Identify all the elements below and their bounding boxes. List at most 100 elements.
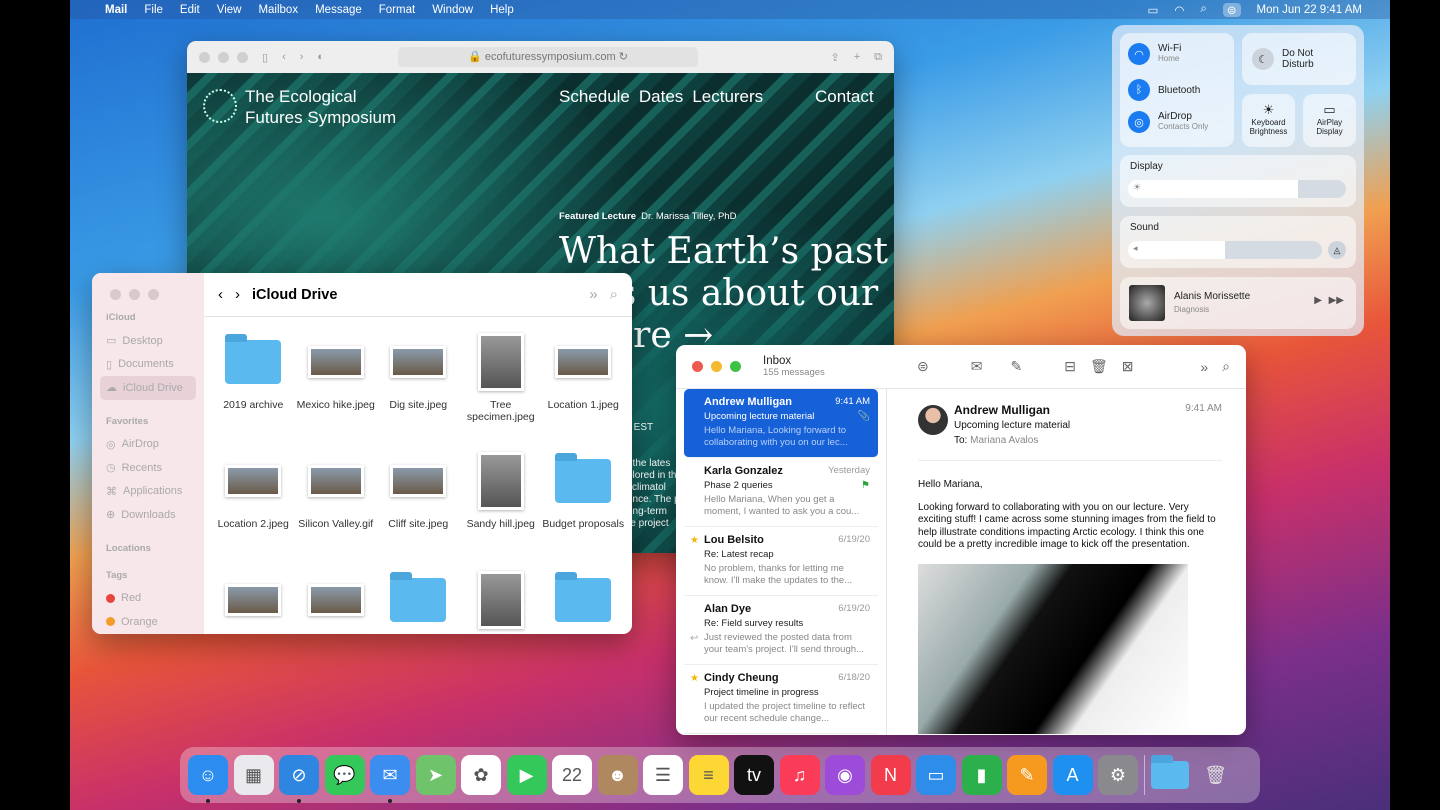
- dock-reminders[interactable]: ☰: [643, 755, 683, 795]
- dock-mail[interactable]: ✉: [370, 755, 410, 803]
- dock-pages[interactable]: ✎: [1007, 755, 1047, 795]
- file-item[interactable]: Sandy hill.jpeg: [460, 438, 543, 551]
- dock-maps[interactable]: ➤: [415, 755, 456, 795]
- dock-tv[interactable]: tv: [734, 755, 774, 795]
- display-brightness-slider[interactable]: ☀: [1128, 180, 1346, 198]
- nav-contact[interactable]: Contact: [815, 87, 874, 107]
- bluetooth-toggle[interactable]: ᛒ Bluetooth: [1128, 79, 1200, 101]
- sidebar-icon[interactable]: ▯: [262, 51, 268, 64]
- menu-mailbox[interactable]: Mailbox: [258, 4, 298, 16]
- file-item[interactable]: Mexico hike.jpeg: [295, 319, 378, 432]
- menu-help[interactable]: Help: [490, 4, 514, 16]
- file-item[interactable]: Cliff site.jpeg: [377, 438, 460, 551]
- close-button[interactable]: [692, 361, 703, 372]
- dock-facetime[interactable]: ▶: [506, 755, 547, 795]
- share-icon[interactable]: ⇪: [830, 51, 839, 64]
- sidebar-item-airdrop[interactable]: ◎ AirDrop: [100, 433, 196, 457]
- dock-keynote[interactable]: ▭: [916, 755, 956, 795]
- dock-calendar[interactable]: 22: [552, 755, 592, 795]
- album-art[interactable]: [1129, 285, 1165, 321]
- dock-podcasts[interactable]: ◉: [825, 755, 865, 795]
- file-item[interactable]: Tree specimen.jpeg: [460, 319, 543, 432]
- next-track-icon[interactable]: ▶▶: [1329, 295, 1344, 306]
- message-row[interactable]: ★ Lou Belsito 6/19/20 Re: Latest recap No…: [684, 527, 878, 596]
- sidebar-item-desktop[interactable]: ▭ Desktop: [100, 329, 196, 353]
- trash-icon[interactable]: 🗑: [1090, 358, 1108, 375]
- file-item[interactable]: Budget proposals: [542, 438, 625, 551]
- sidebar-item-icloud-drive[interactable]: ☁ iCloud Drive: [100, 376, 196, 400]
- compose-icon[interactable]: ✎: [1010, 358, 1022, 375]
- wifi-icon[interactable]: ◠: [1174, 3, 1184, 17]
- file-item[interactable]: Water: [295, 557, 378, 634]
- control-center-icon[interactable]: ⊜: [1222, 2, 1241, 17]
- do-not-disturb-toggle[interactable]: ☾ Do Not Disturb: [1242, 33, 1356, 85]
- sidebar-item-recents[interactable]: ◷ Recents: [100, 456, 196, 480]
- dock-messages[interactable]: 💬: [324, 755, 365, 795]
- forward-icon[interactable]: ›: [300, 51, 304, 63]
- dock-launchpad[interactable]: ▦: [233, 755, 274, 795]
- file-item[interactable]: Dig site.jpeg: [377, 319, 460, 432]
- dock-photos[interactable]: ✿: [461, 755, 501, 795]
- message-row[interactable]: 📎 Andrew Mulligan 9:41 AM Upcoming lectur…: [684, 389, 878, 458]
- get-mail-icon[interactable]: ✉: [971, 358, 983, 375]
- back-icon[interactable]: ‹: [218, 286, 223, 303]
- site-title[interactable]: The Ecological Futures Symposium: [245, 86, 396, 128]
- sidebar-item-documents[interactable]: ▯ Documents: [100, 353, 196, 377]
- clock[interactable]: Mon Jun 22 9:41 AM: [1257, 4, 1362, 16]
- more-icon[interactable]: »: [1200, 359, 1208, 375]
- archive-icon[interactable]: ⊟: [1064, 358, 1076, 375]
- dock-app-store[interactable]: A: [1052, 755, 1093, 795]
- message-row[interactable]: ⚑ Karla Gonzalez Yesterday Phase 2 querie…: [684, 458, 878, 527]
- airdrop-toggle[interactable]: ◎ AirDrop Contacts Only: [1128, 111, 1208, 133]
- tabs-overview-icon[interactable]: ⧉: [874, 51, 882, 64]
- menu-view[interactable]: View: [217, 4, 242, 16]
- attached-image[interactable]: [918, 563, 1188, 734]
- dock-trash[interactable]: 🗑: [1196, 755, 1236, 795]
- menu-app-name[interactable]: Mail: [105, 4, 127, 16]
- battery-icon[interactable]: ▭: [1148, 3, 1159, 17]
- zoom-button[interactable]: [730, 361, 741, 372]
- new-tab-icon[interactable]: +: [854, 51, 860, 63]
- sidebar-item-applications[interactable]: ⌘ Applications: [100, 480, 196, 504]
- dock-downloads-folder[interactable]: [1150, 755, 1190, 795]
- file-item[interactable]: Thesis project: [542, 557, 625, 634]
- zoom-button[interactable]: [237, 51, 248, 63]
- airplay-audio-icon[interactable]: ◬: [1328, 241, 1346, 259]
- search-icon[interactable]: ⌕: [610, 286, 618, 303]
- keyboard-brightness-button[interactable]: ☀ Keyboard Brightness: [1242, 94, 1295, 147]
- search-icon[interactable]: ⌕: [1222, 358, 1230, 375]
- nav-dates[interactable]: Dates: [639, 87, 683, 107]
- dock-numbers[interactable]: ▮: [961, 755, 1002, 795]
- dock-system-preferences[interactable]: ⚙: [1098, 755, 1138, 795]
- close-button[interactable]: [199, 51, 210, 63]
- dock-news[interactable]: N: [870, 755, 911, 795]
- menu-edit[interactable]: Edit: [180, 4, 200, 16]
- spotlight-icon[interactable]: ⌕: [1200, 3, 1206, 16]
- menu-message[interactable]: Message: [315, 4, 362, 16]
- sidebar-tag-orange[interactable]: Orange: [100, 610, 196, 634]
- volume-slider[interactable]: ◂: [1128, 241, 1322, 259]
- junk-icon[interactable]: ⊠: [1122, 358, 1134, 375]
- minimize-button[interactable]: [218, 51, 229, 63]
- menu-window[interactable]: Window: [432, 4, 473, 16]
- file-item[interactable]: Location 1.jpeg: [542, 319, 625, 432]
- file-item[interactable]: Oregon: [212, 557, 295, 634]
- play-icon[interactable]: ▶: [1314, 295, 1322, 306]
- wifi-toggle[interactable]: ◠ Wi-Fi Home: [1128, 43, 1181, 65]
- dock-notes[interactable]: ≡: [688, 755, 729, 795]
- file-item[interactable]: Location 2.jpeg: [212, 438, 295, 551]
- back-icon[interactable]: ‹: [282, 51, 286, 63]
- dock-safari[interactable]: ⊘: [279, 755, 319, 803]
- sidebar-item-downloads[interactable]: ⊕ Downloads: [100, 503, 196, 527]
- menu-file[interactable]: File: [144, 4, 163, 16]
- recipient[interactable]: Mariana Avalos: [970, 435, 1038, 446]
- airplay-display-button[interactable]: ▭ AirPlay Display: [1303, 94, 1356, 147]
- nav-schedule[interactable]: Schedule: [559, 87, 630, 107]
- forward-icon[interactable]: ›: [235, 286, 240, 303]
- filter-icon[interactable]: ⊜: [917, 358, 929, 375]
- more-icon[interactable]: »: [589, 286, 597, 303]
- close-button[interactable]: [110, 289, 121, 300]
- file-item[interactable]: Intern: [377, 557, 460, 634]
- file-item[interactable]: Interview: [460, 557, 543, 634]
- sidebar-tag-red[interactable]: Red: [100, 587, 196, 611]
